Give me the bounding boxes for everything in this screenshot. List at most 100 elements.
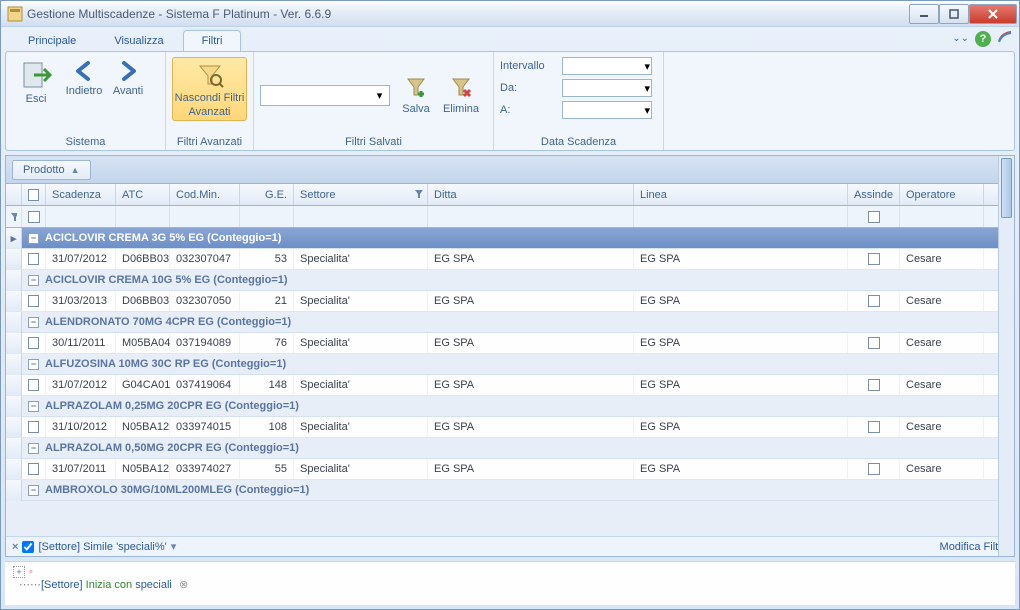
filter-settore[interactable] [294,206,428,227]
ribbon-tabs: Principale Visualizza Filtri ⌄⌄ ? [1,27,1019,51]
group-row[interactable]: − ALFUZOSINA 10MG 30C RP EG (Conteggio=1… [6,354,1014,375]
save-filter-button[interactable]: Salva [398,73,434,117]
expand-icon[interactable]: − [28,359,39,370]
group-row[interactable]: − ALPRAZOLAM 0,50MG 20CPR EG (Conteggio=… [6,438,1014,459]
expand-icon[interactable]: − [28,401,39,412]
filter-cod[interactable] [170,206,240,227]
table-row[interactable]: 31/07/2011 N05BA12 033974027 55 Speciali… [6,459,1014,480]
filter-assinde[interactable] [848,206,900,227]
expand-icon[interactable]: − [28,443,39,454]
group-row[interactable]: − ALPRAZOLAM 0,25MG 20CPR EG (Conteggio=… [6,396,1014,417]
interval-combo[interactable]: ▾ [562,57,652,75]
filter-linea[interactable] [634,206,848,227]
row-checkbox[interactable] [28,379,39,391]
filter-atc[interactable] [116,206,170,227]
group-label-data-scadenza: Data Scadenza [500,134,657,150]
delete-filter-button[interactable]: Elimina [442,73,480,117]
expand-icon[interactable]: − [28,233,39,244]
from-label: Da: [500,82,558,94]
group-row[interactable]: − AMBROXOLO 30MG/10ML200MLEG (Conteggio=… [6,480,1014,501]
titlebar: Gestione Multiscadenze - Sistema F Plati… [1,1,1019,27]
tab-visualizza[interactable]: Visualizza [95,30,182,51]
filter-operatore[interactable] [900,206,984,227]
filter-scadenza[interactable] [46,206,116,227]
app-icon [7,6,23,22]
vertical-scrollbar[interactable] [998,156,1014,556]
minimize-button[interactable] [909,4,939,24]
table-row[interactable]: 30/11/2011 M05BA04 037194089 76 Speciali… [6,333,1014,354]
header-linea[interactable]: Linea [634,184,848,205]
root-condition[interactable]: ◦ [29,566,33,578]
row-checkbox[interactable] [28,337,39,349]
group-label-filtri-salvati: Filtri Salvati [260,134,487,150]
clear-filter-icon[interactable]: × [12,541,18,553]
group-row[interactable]: ▸ − ACICLOVIR CREMA 3G 5% EG (Conteggio=… [6,228,1014,249]
header-atc[interactable]: ATC [116,184,170,205]
expand-icon[interactable]: − [28,317,39,328]
row-checkbox[interactable] [28,295,39,307]
filter-value[interactable]: speciali [135,579,172,591]
filter-handle[interactable] [6,206,22,227]
to-date[interactable]: ▾ [562,101,652,119]
header-codmin[interactable]: Cod.Min. [170,184,240,205]
header-ge[interactable]: G.E. [240,184,294,205]
row-checkbox[interactable] [28,253,39,265]
table-row[interactable]: 31/07/2012 D06BB03 032307047 53 Speciali… [6,249,1014,270]
row-checkbox[interactable] [28,463,39,475]
expand-icon[interactable]: − [28,485,39,496]
forward-button[interactable]: Avanti [108,57,148,99]
close-button[interactable] [969,4,1017,24]
grid: Prodotto▲ Scadenza ATC Cod.Min. G.E. Set… [5,155,1015,557]
ribbon: Esci Indietro Avanti Sistema Nascondi Fi… [5,51,1015,151]
filter-ditta[interactable] [428,206,634,227]
group-label-filtri-avanzati: Filtri Avanzati [172,134,247,150]
settings-icon[interactable] [997,29,1013,48]
assinde-checkbox[interactable] [868,421,880,433]
assinde-checkbox[interactable] [868,379,880,391]
help-icon[interactable]: ? [975,31,991,47]
hide-advanced-filters-button[interactable]: Nascondi Filtri Avanzati [172,57,247,121]
expand-icon[interactable]: − [28,275,39,286]
filter-ge[interactable] [240,206,294,227]
assinde-checkbox[interactable] [868,463,880,475]
back-button[interactable]: Indietro [64,57,104,99]
chevron-down-icon: ▾ [372,88,387,103]
header-scadenza[interactable]: Scadenza [46,184,116,205]
filter-builder: +◦ ⋯⋯[Settore] Inizia con speciali ⊗ [5,561,1015,605]
header-assinde[interactable]: Assinde [848,184,900,205]
interval-label: Intervallo [500,60,558,72]
active-filter-bar: × [Settore] Simile 'speciali%' ▾ Modific… [6,536,1014,556]
to-label: A: [500,104,558,116]
tab-principale[interactable]: Principale [9,30,95,51]
filter-checkbox[interactable] [22,206,46,227]
assinde-checkbox[interactable] [868,295,880,307]
assinde-checkbox[interactable] [868,337,880,349]
filter-operator[interactable]: Inizia con [86,579,132,591]
filter-enabled-checkbox[interactable] [22,541,34,553]
table-row[interactable]: 31/10/2012 N05BA12 033974015 108 Special… [6,417,1014,438]
tab-filtri[interactable]: Filtri [183,30,242,51]
header-settore[interactable]: Settore [294,184,428,205]
active-filter-text: [Settore] Simile 'speciali%' [38,541,166,553]
grouping-bar[interactable]: Prodotto▲ [6,156,1014,184]
assinde-checkbox[interactable] [868,253,880,265]
group-chip-prodotto[interactable]: Prodotto▲ [12,160,91,180]
table-row[interactable]: 31/03/2013 D06BB03 032307050 21 Speciali… [6,291,1014,312]
filter-field[interactable]: [Settore] [41,579,83,591]
exit-button[interactable]: Esci [12,57,60,107]
collapse-ribbon-icon[interactable]: ⌄⌄ [952,33,969,44]
remove-condition-icon[interactable]: ⊗ [179,579,188,591]
header-operatore[interactable]: Operatore [900,184,984,205]
filter-dropdown-icon[interactable]: ▾ [171,540,177,553]
header-ditta[interactable]: Ditta [428,184,634,205]
saved-filters-combo[interactable]: ▾ [260,85,390,106]
from-date[interactable]: ▾ [562,79,652,97]
row-checkbox[interactable] [28,421,39,433]
header-checkbox[interactable] [22,184,46,205]
add-condition-icon[interactable]: + [13,566,25,578]
group-row[interactable]: − ACICLOVIR CREMA 10G 5% EG (Conteggio=1… [6,270,1014,291]
filter-icon [414,189,424,199]
maximize-button[interactable] [939,4,969,24]
group-row[interactable]: − ALENDRONATO 70MG 4CPR EG (Conteggio=1) [6,312,1014,333]
table-row[interactable]: 31/07/2012 G04CA01 037419064 148 Special… [6,375,1014,396]
